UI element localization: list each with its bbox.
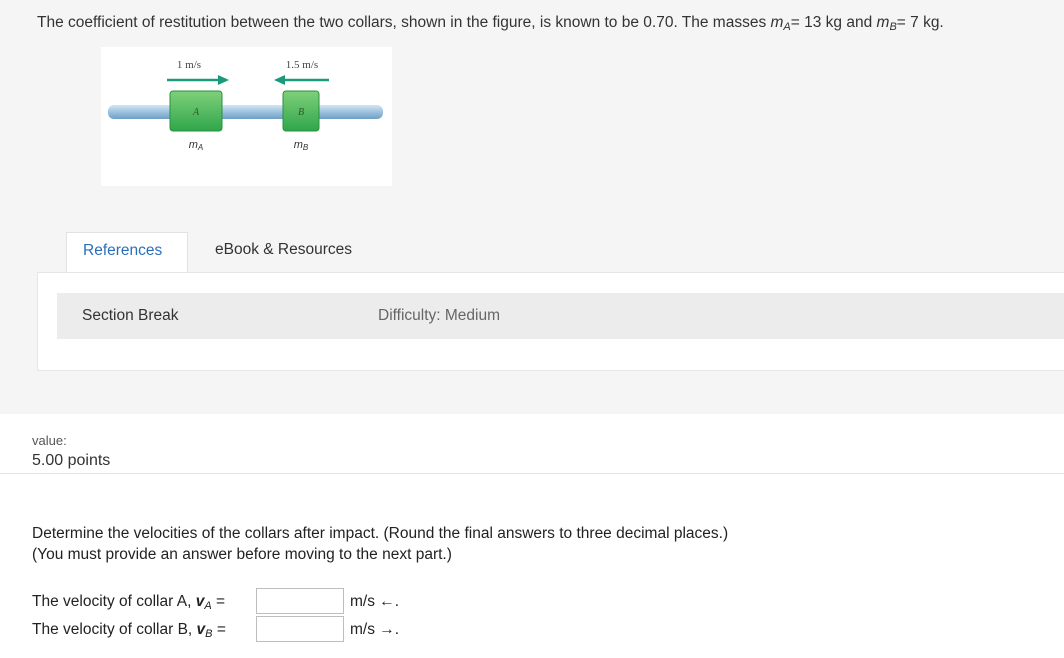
collar-b: B <box>282 90 320 132</box>
svg-text:A: A <box>192 107 200 118</box>
svg-text:mA: mA <box>189 139 204 152</box>
tab-references[interactable]: References <box>66 232 188 272</box>
question-instruction: Determine the velocities of the collars … <box>32 525 729 542</box>
section-break-bar: Section Break Difficulty: Medium <box>57 293 1064 339</box>
unit-b: m/s →. <box>350 621 400 638</box>
section-title: Section Break <box>82 307 179 324</box>
left-arrow-icon <box>274 75 329 85</box>
question-note: (You must provide an answer before movin… <box>32 546 452 563</box>
velocity-a-input[interactable] <box>256 588 344 614</box>
rod <box>108 105 383 119</box>
collars-figure: 1 m/s 1.5 m/s A B mA mB <box>101 47 392 186</box>
right-arrow-icon <box>167 75 229 85</box>
difficulty-label: Difficulty: Medium <box>378 307 501 324</box>
points-value: 5.00 points <box>32 452 111 469</box>
svg-text:1 m/s: 1 m/s <box>177 59 201 71</box>
answer-label-a: The velocity of collar A, vA = <box>32 593 226 612</box>
velocity-b-label: 1.5 m/s <box>286 59 318 71</box>
svg-text:B: B <box>298 107 304 118</box>
tab-ebook-resources[interactable]: eBook & Resources <box>215 232 352 272</box>
svg-text:1.5 m/s: 1.5 m/s <box>286 59 318 71</box>
velocity-b-input[interactable] <box>256 616 344 642</box>
mass-b-label: mB <box>294 139 309 152</box>
unit-a: m/s ←. <box>350 593 400 610</box>
svg-text:mB: mB <box>294 139 309 152</box>
velocity-a-label: 1 m/s <box>177 59 201 71</box>
mass-a-label: mA <box>189 139 204 152</box>
divider <box>0 473 1064 474</box>
value-label: value: <box>32 433 67 448</box>
answer-label-b: The velocity of collar B, vB = <box>32 621 226 640</box>
collar-a: A <box>169 90 223 132</box>
problem-statement: The coefficient of restitution between t… <box>37 14 944 33</box>
